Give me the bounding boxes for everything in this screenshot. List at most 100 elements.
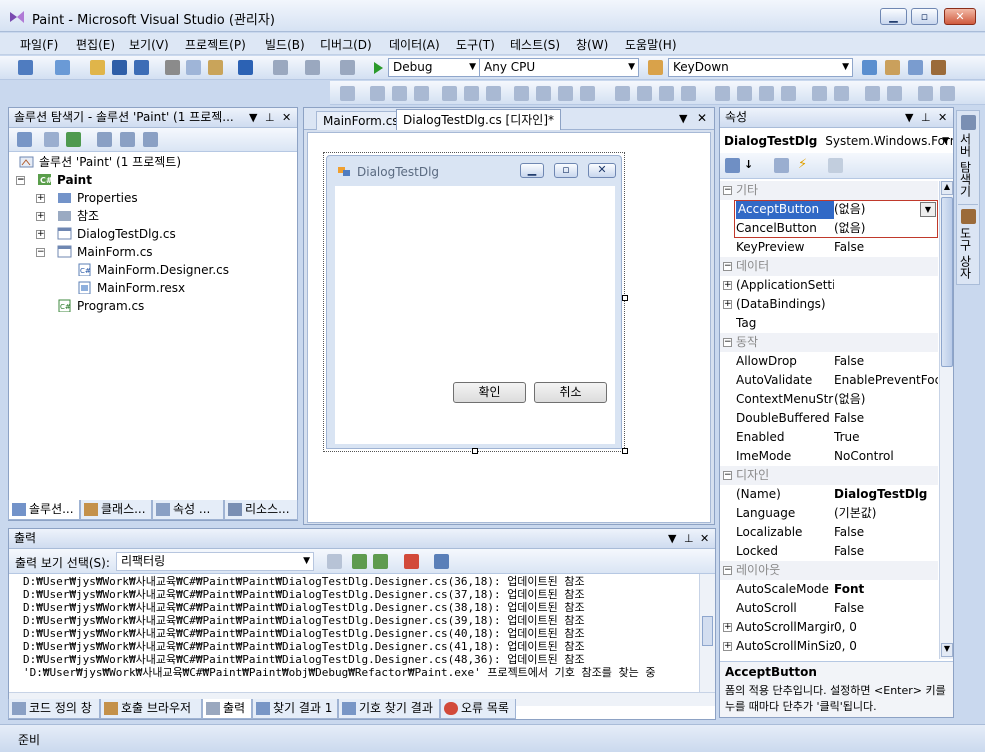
navigate-forward-icon[interactable]	[340, 60, 355, 75]
undo-icon[interactable]	[238, 60, 253, 75]
copy-icon[interactable]	[186, 60, 201, 75]
tab-error-list[interactable]: 오류 목록	[440, 699, 516, 719]
align-rights-icon[interactable]	[414, 86, 429, 101]
navigate-back-icon[interactable]	[305, 60, 320, 75]
dialog-form[interactable]: DialogTestDlg ▁ ▫ ✕ 확인 취소	[326, 155, 622, 449]
close-pane-icon[interactable]: ✕	[700, 529, 709, 548]
add-item-icon[interactable]	[55, 60, 70, 75]
property-row[interactable]: DoubleBuffered False	[720, 409, 938, 428]
vertical-spacing-increase-icon[interactable]	[737, 86, 752, 101]
property-row[interactable]: Language (기본값)	[720, 504, 938, 523]
menu-tools[interactable]: 도구(T)	[456, 36, 495, 53]
alphabetical-icon[interactable]: ↓	[744, 158, 753, 171]
property-value[interactable]: (없음)	[834, 390, 938, 409]
toolbox-tab[interactable]: 도구 상자	[958, 207, 978, 285]
dialog-minimize-button[interactable]: ▁	[520, 163, 544, 178]
cut-icon[interactable]	[165, 60, 180, 75]
align-middles-icon[interactable]	[464, 86, 479, 101]
bring-to-front-icon[interactable]	[865, 86, 880, 101]
scrollbar-thumb[interactable]	[702, 616, 713, 646]
menu-help[interactable]: 도움말(H)	[625, 36, 677, 53]
property-pages-icon[interactable]	[828, 158, 843, 173]
property-value[interactable]: (없음)	[834, 219, 938, 238]
cancel-button[interactable]: 취소	[534, 382, 607, 403]
scrollbar-thumb[interactable]	[941, 197, 953, 367]
tab-code-definition[interactable]: 코드 정의 창	[8, 699, 100, 719]
property-value[interactable]: (기본값)	[834, 504, 938, 523]
size-to-grid-icon[interactable]	[580, 86, 595, 101]
next-message-icon[interactable]	[373, 554, 388, 569]
property-value[interactable]: 0, 0	[834, 637, 938, 656]
collapse-icon[interactable]: −	[723, 338, 732, 347]
find-message-icon[interactable]	[327, 554, 342, 569]
menu-data[interactable]: 데이터(A)	[389, 36, 440, 53]
ok-button[interactable]: 확인	[453, 382, 526, 403]
property-row[interactable]: AllowDrop False	[720, 352, 938, 371]
redo-icon[interactable]	[273, 60, 288, 75]
property-value[interactable]: False	[834, 523, 938, 542]
object-browser-icon[interactable]	[908, 60, 923, 75]
output-source-combo[interactable]: 리팩터링 ▼	[116, 552, 314, 571]
tab-find-results[interactable]: 찾기 결과 1	[252, 699, 338, 719]
view-code-icon[interactable]	[97, 132, 112, 147]
property-row[interactable]: + AutoScrollMinSiz 0, 0	[720, 637, 938, 656]
tab-solution-explorer[interactable]: 솔루션...	[8, 500, 80, 520]
paste-icon[interactable]	[208, 60, 223, 75]
vertical-spacing-equal-icon[interactable]	[715, 86, 730, 101]
menu-test[interactable]: 테스트(S)	[510, 36, 560, 53]
vertical-spacing-remove-icon[interactable]	[781, 86, 796, 101]
tab-call-browser[interactable]: 호출 브라우저	[100, 699, 202, 719]
property-value[interactable]: False	[834, 542, 938, 561]
send-to-back-icon[interactable]	[887, 86, 902, 101]
close-document-icon[interactable]: ✕	[697, 111, 707, 125]
solution-platform-combo[interactable]: Any CPU ▼	[479, 58, 639, 77]
open-folder-icon[interactable]	[90, 60, 105, 75]
property-row[interactable]: + (ApplicationSettir	[720, 276, 938, 295]
property-value[interactable]: NoControl	[834, 447, 938, 466]
property-value[interactable]: False	[834, 599, 938, 618]
property-value[interactable]: EnablePreventFocu	[834, 371, 938, 390]
property-row[interactable]: Locked False	[720, 542, 938, 561]
expand-icon[interactable]: +	[723, 642, 732, 651]
menu-file[interactable]: 파일(F)	[20, 36, 58, 53]
property-category[interactable]: − 디자인	[720, 466, 938, 485]
pane-menu-icon[interactable]: ▼	[668, 529, 676, 548]
align-tops-icon[interactable]	[442, 86, 457, 101]
tab-order-icon[interactable]	[918, 86, 933, 101]
view-designer-icon[interactable]	[120, 132, 135, 147]
center-horizontally-icon[interactable]	[812, 86, 827, 101]
tab-find-symbol-results[interactable]: 기호 찾기 결과	[338, 699, 440, 719]
close-button[interactable]: ✕	[944, 8, 976, 25]
tab-properties-view[interactable]: 속성 ...	[152, 500, 224, 520]
property-value[interactable]: False	[834, 238, 938, 257]
object-selector[interactable]: DialogTestDlg System.Windows.Forms ▼	[720, 129, 953, 153]
lock-controls-icon[interactable]	[940, 86, 955, 101]
property-row[interactable]: CancelButton (없음)	[720, 219, 938, 238]
property-row[interactable]: AutoScaleMode Font	[720, 580, 938, 599]
find-combo[interactable]: KeyDown ▼	[668, 58, 853, 77]
scroll-down-arrow-icon[interactable]: ▼	[941, 643, 953, 657]
collapse-icon[interactable]: −	[723, 262, 732, 271]
maximize-button[interactable]: ▫	[911, 8, 938, 25]
property-row[interactable]: + (DataBindings)	[720, 295, 938, 314]
property-row[interactable]: Enabled True	[720, 428, 938, 447]
menu-project[interactable]: 프로젝트(P)	[185, 36, 246, 53]
property-row[interactable]: ImeMode NoControl	[720, 447, 938, 466]
property-row[interactable]: ContextMenuStrij (없음)	[720, 390, 938, 409]
property-grid-scrollbar[interactable]: ▲ ▼	[939, 181, 953, 659]
tab-resource-view[interactable]: 리소스...	[224, 500, 298, 520]
make-same-height-icon[interactable]	[536, 86, 551, 101]
horizontal-spacing-decrease-icon[interactable]	[659, 86, 674, 101]
property-row[interactable]: (Name) DialogTestDlg	[720, 485, 938, 504]
categorized-icon[interactable]	[725, 158, 740, 173]
pane-menu-icon[interactable]: ▼	[249, 108, 257, 127]
expand-icon[interactable]: +	[723, 281, 732, 290]
make-same-size-icon[interactable]	[558, 86, 573, 101]
horizontal-spacing-increase-icon[interactable]	[637, 86, 652, 101]
vertical-spacing-decrease-icon[interactable]	[759, 86, 774, 101]
horizontal-spacing-remove-icon[interactable]	[681, 86, 696, 101]
tab-dialogtestdlg-design[interactable]: DialogTestDlg.cs [디자인]*	[396, 109, 562, 130]
property-category[interactable]: − 레이아웃	[720, 561, 938, 580]
solution-config-combo[interactable]: Debug ▼	[388, 58, 480, 77]
menu-view[interactable]: 보기(V)	[129, 36, 169, 53]
